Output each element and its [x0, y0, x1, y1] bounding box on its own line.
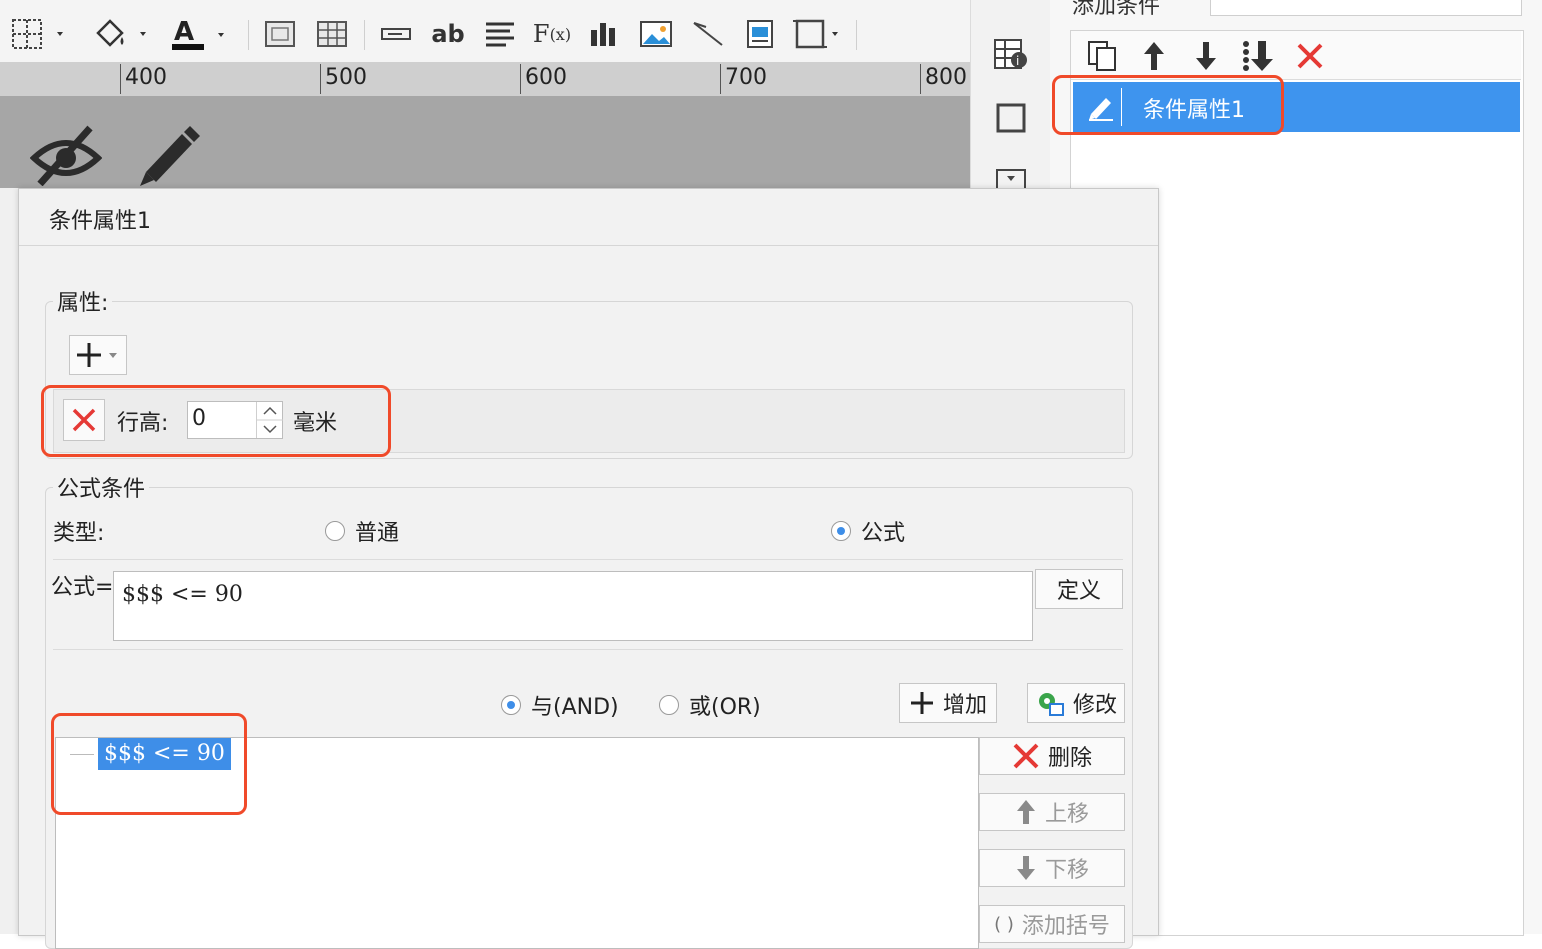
- fill-color-dropdown[interactable]: [92, 14, 152, 54]
- modify-button[interactable]: 修改: [1027, 683, 1125, 723]
- logic-and-label: 与(AND): [531, 695, 619, 720]
- radio-circle-selected: [831, 521, 851, 541]
- add-bracket-button[interactable]: ( ) 添加括号: [979, 905, 1125, 943]
- ruler-tick-label: 500: [320, 64, 367, 94]
- move-to-bottom-icon[interactable]: [1238, 36, 1278, 76]
- text-ab-icon[interactable]: ab: [430, 14, 466, 54]
- radio-circle: [659, 695, 679, 715]
- cell-property-icon[interactable]: i: [993, 36, 1029, 76]
- condition-attribute-dialog: 条件属性1 属性: 行高: 0 毫米 公式条件 类型: 普通 公式 公式= $$…: [18, 188, 1159, 949]
- report-canvas: [0, 96, 970, 188]
- row-header-strip: [0, 188, 19, 934]
- move-up-button[interactable]: 上移: [979, 793, 1125, 831]
- border-style-dropdown[interactable]: [8, 14, 70, 54]
- frame-report-icon[interactable]: [742, 14, 778, 54]
- type-formula-label: 公式: [861, 521, 906, 546]
- bar-chart-icon[interactable]: [586, 14, 622, 54]
- image-icon[interactable]: [638, 14, 674, 54]
- arrow-up-icon: [1016, 800, 1035, 824]
- formula-condition-legend: 公式条件: [53, 471, 150, 503]
- ruler-tick-label: 400: [120, 64, 167, 94]
- highlight-box: [1052, 75, 1284, 135]
- table-grid-icon[interactable]: [314, 14, 350, 54]
- horizontal-ruler: 400 500 600 700 800: [0, 62, 970, 97]
- condition-name-field[interactable]: [1210, 0, 1522, 16]
- add-condition-label: 添加条件: [1072, 0, 1161, 19]
- textbox-icon[interactable]: [378, 14, 414, 54]
- type-label: 类型:: [53, 521, 105, 546]
- arrow-down-icon[interactable]: [1186, 36, 1226, 76]
- formula-label: 公式=: [51, 575, 114, 600]
- arrow-down-icon: [1016, 856, 1035, 880]
- delete-condition-icon[interactable]: [1290, 36, 1330, 76]
- logic-or-label: 或(OR): [689, 695, 761, 720]
- radio-circle-selected: [501, 695, 521, 715]
- move-down-button[interactable]: 下移: [979, 849, 1125, 887]
- pencil-edit-icon[interactable]: [132, 122, 202, 192]
- align-text-icon[interactable]: [482, 14, 518, 54]
- add-attribute-dropdown[interactable]: [69, 335, 127, 375]
- add-button[interactable]: 增加: [899, 683, 997, 723]
- delete-button[interactable]: 删除: [979, 737, 1125, 775]
- eye-hidden-icon[interactable]: [29, 124, 103, 190]
- ruler-tick-label: 800: [920, 64, 967, 94]
- logic-and-radio[interactable]: 与(AND): [501, 689, 619, 721]
- move-up-label: 上移: [1044, 802, 1089, 827]
- type-normal-label: 普通: [355, 521, 400, 546]
- attributes-legend: 属性:: [53, 285, 113, 317]
- add-bracket-label: 添加括号: [1021, 914, 1110, 939]
- dialog-title: 条件属性1: [49, 209, 151, 234]
- delete-x-icon: [1013, 743, 1039, 769]
- slash-line-icon[interactable]: [690, 14, 726, 54]
- add-button-label: 增加: [942, 693, 987, 718]
- arrow-up-icon[interactable]: [1134, 36, 1174, 76]
- formula-value: $$$ <= 90: [122, 582, 243, 607]
- ruler-tick-label: 600: [520, 64, 567, 94]
- plus-icon: [910, 692, 933, 714]
- highlight-box: [41, 385, 391, 457]
- move-down-label: 下移: [1044, 858, 1089, 883]
- crop-frame-dropdown[interactable]: [792, 14, 844, 54]
- merge-cells-icon[interactable]: [262, 14, 298, 54]
- frame-icon[interactable]: [993, 100, 1029, 140]
- formula-fx-icon[interactable]: F (x): [532, 14, 572, 54]
- radio-circle: [325, 521, 345, 541]
- format-toolbar: A ab F (x): [0, 0, 970, 63]
- type-normal-radio[interactable]: 普通: [325, 515, 399, 547]
- modify-gear-icon: [1038, 693, 1064, 716]
- type-formula-radio[interactable]: 公式: [831, 515, 905, 547]
- bracket-icon: ( ): [994, 913, 1014, 935]
- svg-text:i: i: [1016, 54, 1019, 68]
- logic-or-radio[interactable]: 或(OR): [659, 689, 761, 721]
- ruler-tick-label: 700: [720, 64, 767, 94]
- formula-input[interactable]: $$$ <= 90: [113, 571, 1033, 641]
- font-color-dropdown[interactable]: A: [170, 14, 232, 54]
- svg-text:A: A: [174, 17, 194, 47]
- copy-icon[interactable]: [1082, 36, 1122, 76]
- side-toolbar: i: [970, 0, 1051, 191]
- delete-button-label: 删除: [1047, 746, 1092, 771]
- modify-button-label: 修改: [1072, 693, 1117, 718]
- define-button[interactable]: 定义: [1035, 569, 1123, 609]
- highlight-box: [51, 713, 247, 815]
